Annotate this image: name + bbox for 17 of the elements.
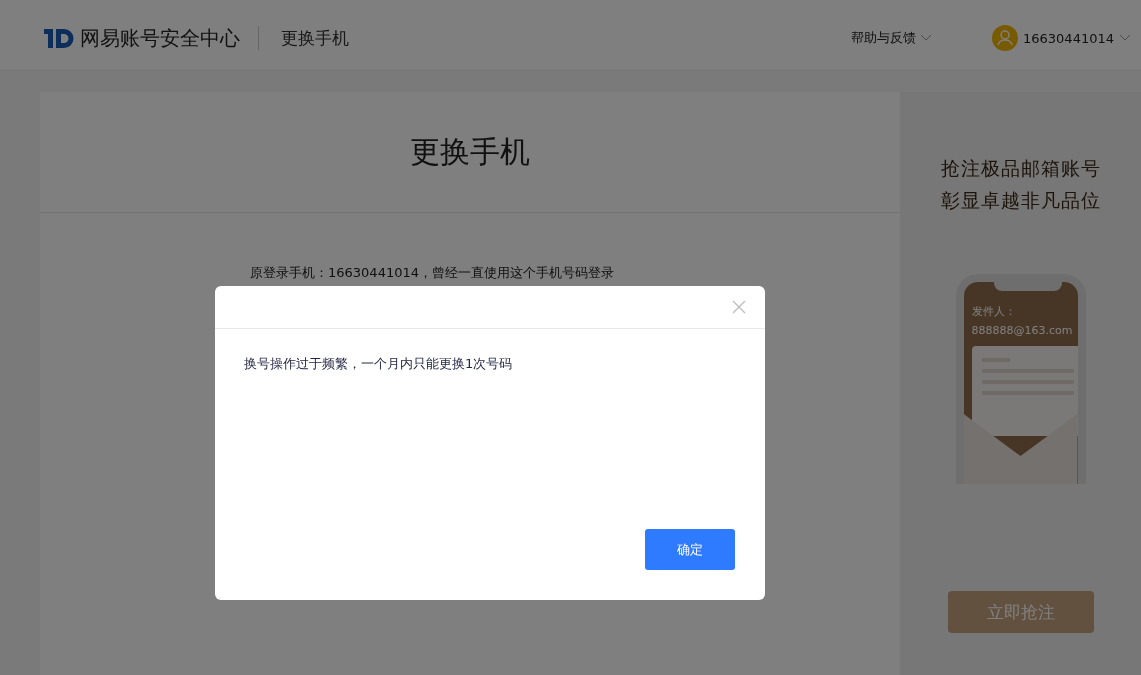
ad-headline: 彰显卓越非凡品位 <box>940 188 1101 213</box>
sender-email: 888888@163.com <box>971 323 1074 339</box>
chevron-icon <box>1119 34 1131 42</box>
close-icon[interactable] <box>732 300 746 314</box>
original-phone-text: 原登录手机：16630441014，曾经一直使用这个手机号码登录 <box>250 265 615 281</box>
help-feedback-menu[interactable]: 帮助与反馈 <box>851 29 932 47</box>
avatar-icon <box>992 25 1018 51</box>
sender-text: 发件人： <box>971 304 1017 320</box>
account-menu[interactable]: 16630441014 <box>1023 30 1114 46</box>
logo-icon <box>44 26 76 50</box>
confirm-button[interactable]: 确定 <box>645 529 735 570</box>
chevron-icon <box>920 34 932 42</box>
phone-notch <box>993 282 1062 291</box>
dialog-message: 换号操作过于频繁，一个月内只能更换1次号码 <box>243 355 514 373</box>
page-title: 更换手机 <box>281 26 349 50</box>
logo-text: 网易账号安全中心 <box>80 24 240 52</box>
ad-headline: 抢注极品邮箱账号 <box>940 156 1101 181</box>
